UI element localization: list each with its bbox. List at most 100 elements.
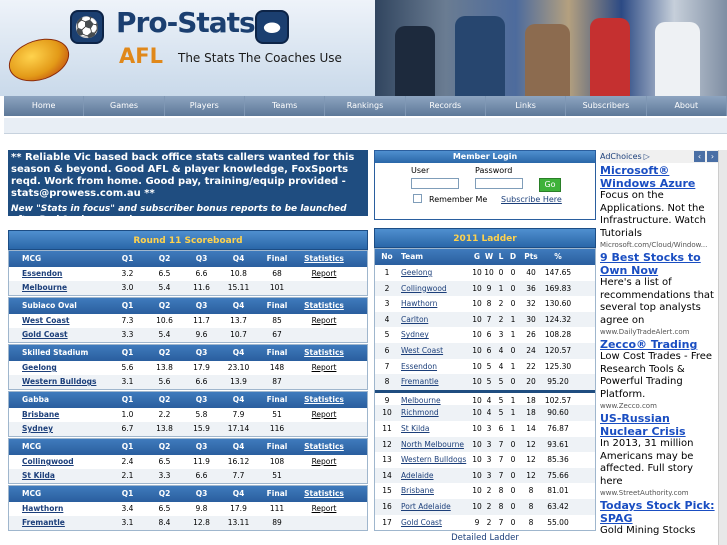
team-link[interactable]: Essendon [401, 362, 437, 371]
team-link[interactable]: Melbourne [22, 283, 67, 292]
ladder-cell: 10 [472, 423, 482, 433]
team-link[interactable]: Geelong [401, 268, 432, 277]
ad-title-link[interactable]: Zecco® Trading [600, 338, 718, 351]
go-button[interactable]: Go [539, 178, 561, 192]
user-label: User [411, 166, 430, 175]
quarter-score: 7.9 [232, 410, 245, 419]
ad-title-link[interactable]: 9 Best Stocks to Own Now [600, 251, 718, 277]
team-link[interactable]: Fremantle [401, 377, 439, 386]
nav-about[interactable]: About [647, 96, 727, 116]
team-link[interactable]: Melbourne [401, 396, 441, 405]
nav-home[interactable]: Home [4, 96, 85, 116]
report-link[interactable]: Report [312, 410, 337, 419]
ladder-cell: 5 [498, 395, 504, 405]
statistics-link[interactable]: Statistics [297, 392, 351, 408]
scrollbar[interactable] [718, 150, 727, 545]
ad-url[interactable]: Microsoft.com/Cloud/Window... [600, 240, 718, 250]
report-link[interactable]: Report [312, 363, 337, 372]
adchoices-icon[interactable]: ▷ [644, 152, 650, 161]
football-icon [3, 31, 75, 89]
team-link[interactable]: Richmond [401, 408, 439, 417]
report-cell [297, 422, 351, 436]
ladder-cell: 1 [510, 395, 516, 405]
user-input[interactable] [411, 178, 459, 189]
statistics-link[interactable]: Statistics [297, 345, 351, 361]
ladder-cell: 8 [528, 486, 534, 496]
ladder-cell: 10 [472, 455, 482, 465]
nav-teams[interactable]: Teams [245, 96, 326, 116]
nav-subscribers[interactable]: Subscribers [566, 96, 647, 116]
team-link[interactable]: Adelaide [401, 471, 434, 480]
ad-title-link[interactable]: Microsoft® Windows Azure [600, 164, 718, 190]
quarter-score: 6.7 [121, 424, 134, 433]
report-link[interactable]: Report [312, 504, 337, 513]
member-login: Member Login User Password Go Remember M… [374, 150, 596, 220]
team-link[interactable]: Geelong [22, 363, 57, 372]
nav-players[interactable]: Players [165, 96, 245, 116]
logo[interactable]: ⚽ ⬬ Pro-Stats AFL The Stats The Coaches … [0, 0, 375, 96]
team-link[interactable]: Western Bulldogs [401, 455, 466, 464]
team-link[interactable]: Western Bulldogs [22, 377, 96, 386]
ad-title-link[interactable]: US-Russian Nuclear Crisis [600, 412, 718, 438]
team-link[interactable]: Brisbane [401, 486, 434, 495]
remember-checkbox[interactable] [413, 194, 422, 203]
quarter-score: 5.8 [195, 410, 208, 419]
team-link[interactable]: Carlton [401, 315, 428, 324]
team-link[interactable]: North Melbourne [401, 440, 464, 449]
team-link[interactable]: St Kilda [401, 424, 430, 433]
quarter-score: 13.8 [156, 363, 173, 372]
team-link[interactable]: West Coast [22, 316, 70, 325]
news-second[interactable]: New "Stats in focus" and subscriber bonu… [11, 204, 365, 216]
ad-url[interactable]: www.StreetAuthority.com [600, 488, 718, 498]
quarter-score: 6.6 [195, 377, 208, 386]
statistics-link[interactable]: Statistics [297, 251, 351, 267]
statistics-link[interactable]: Statistics [297, 439, 351, 455]
quarter-header: Q2 [158, 442, 171, 451]
team-link[interactable]: Port Adelaide [401, 502, 451, 511]
team-link[interactable]: Sydney [22, 424, 53, 433]
team-link[interactable]: Gold Coast [22, 330, 68, 339]
nav-records[interactable]: Records [406, 96, 486, 116]
team-link[interactable]: Hawthorn [22, 504, 63, 513]
statistics-link[interactable]: Statistics [297, 486, 351, 502]
team-link[interactable]: Essendon [22, 269, 62, 278]
team-link[interactable]: Gold Coast [401, 518, 442, 527]
report-link[interactable]: Report [312, 316, 337, 325]
team-link[interactable]: Hawthorn [401, 299, 437, 308]
detailed-ladder-link[interactable]: Detailed Ladder [374, 533, 596, 543]
ad-url[interactable]: www.Zecco.com [600, 401, 718, 411]
ladder-cell: 7 [498, 470, 504, 480]
quarter-score: 15.11 [227, 283, 250, 292]
nav-rankings[interactable]: Rankings [325, 96, 406, 116]
next-ad-icon[interactable]: › [707, 151, 718, 162]
subscribe-link[interactable]: Subscribe Here [501, 195, 562, 204]
report-link[interactable]: Report [312, 457, 337, 466]
game-header: MCG Q1 Q2 Q3 Q4 Final Statistics [9, 486, 367, 502]
team-link[interactable]: Collingwood [22, 457, 74, 466]
team-link[interactable]: Sydney [401, 330, 429, 339]
nav-games[interactable]: Games [84, 96, 165, 116]
ad-url[interactable]: www.DailyTradeAlert.com [600, 327, 718, 337]
quarter-score: 3.1 [121, 377, 134, 386]
adchoices-label[interactable]: AdChoices [600, 152, 642, 161]
venue-label: Skilled Stadium [22, 348, 89, 357]
ladder-cell: 3 [384, 299, 390, 309]
remember-label: Remember Me [429, 195, 488, 204]
team-link[interactable]: Fremantle [22, 518, 65, 527]
statistics-link[interactable]: Statistics [297, 298, 351, 314]
ad-title-link[interactable]: Todays Stock Pick: SPAG [600, 499, 718, 525]
nav-links[interactable]: Links [486, 96, 567, 116]
team-link[interactable]: West Coast [401, 346, 443, 355]
ad-item: Microsoft® Windows Azure Focus on the App… [600, 164, 718, 250]
team-link[interactable]: St Kilda [22, 471, 55, 480]
password-input[interactable] [475, 178, 523, 189]
ladder-cell: 125.30 [544, 361, 572, 371]
ladder-cell: 8 [498, 501, 504, 511]
final-header: Final [266, 301, 288, 310]
ladder-cell: 7 [384, 361, 390, 371]
team-link[interactable]: Brisbane [22, 410, 59, 419]
ad-body: Gold Mining Stocks [600, 525, 696, 536]
report-link[interactable]: Report [312, 269, 337, 278]
prev-ad-icon[interactable]: ‹ [694, 151, 705, 162]
team-link[interactable]: Collingwood [401, 284, 447, 293]
